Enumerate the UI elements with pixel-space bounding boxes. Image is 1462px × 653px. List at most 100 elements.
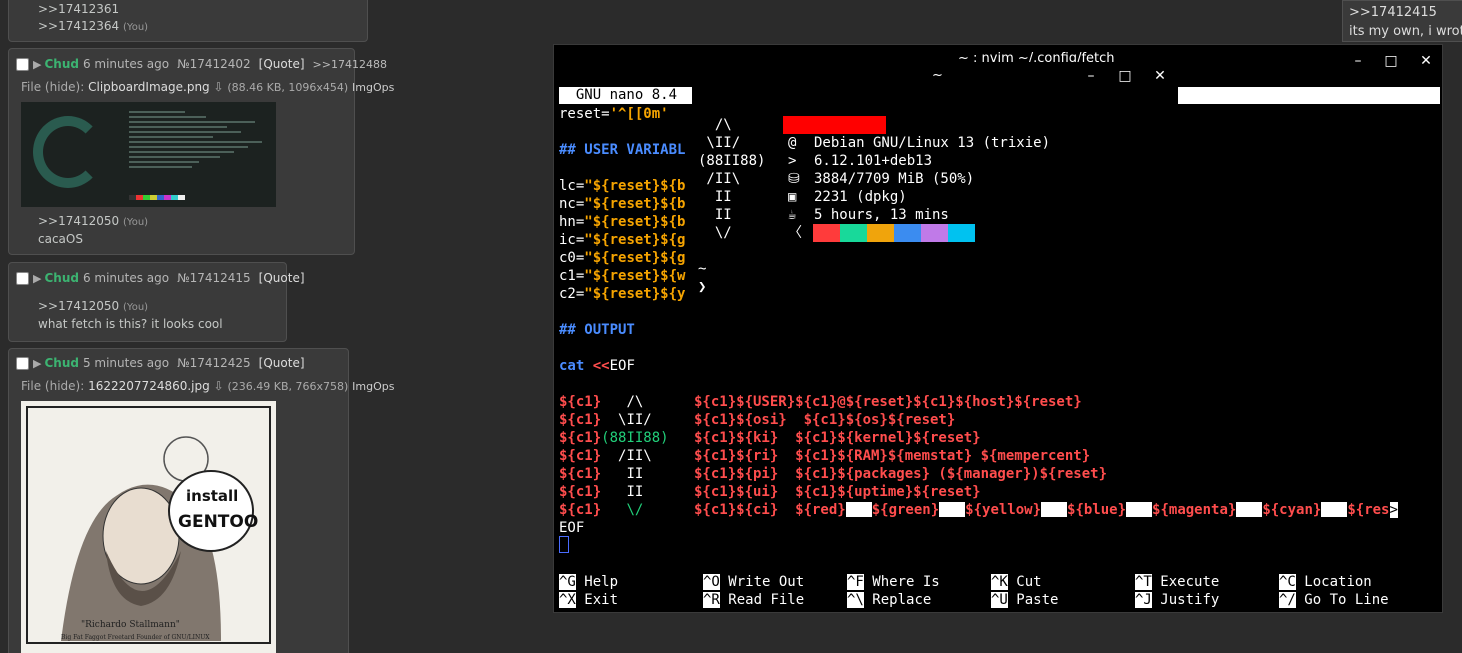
editor-line: ${c1} II ${c1}${pi} ${c1}${packages} (${m… [559,466,1108,482]
imgops-link[interactable]: ImgOps [352,81,394,94]
post-checkbox[interactable] [16,356,29,370]
editor-line: ${c1} \/${c1}${ci} ${red} ${green} ${yello… [559,502,1398,518]
editor-line: EOF [559,520,585,536]
post-time: 6 minutes ago [82,271,170,285]
shortcut-justify[interactable]: ^J Justify [1135,591,1219,609]
file-info: File (hide): 1622207724860.jpg ⇩ (236.49… [21,379,394,393]
file-label: File [21,379,42,393]
image-subcaption: Big Fat Faggot Freetard Founder of GNU/L… [61,634,210,641]
fetch-art-line: II [698,189,732,205]
shortcut-paste[interactable]: ^U Paste [991,591,1058,609]
palette-swatch [894,224,921,242]
terminal-window-fetch[interactable]: ~ – □ ✕ /\ \II/ (88II88) /II\ II II \/ @… [692,62,1178,302]
editor-line: ${c1} /II\ ${c1}${ri} ${c1}${RAM}${memsta… [559,448,1091,464]
post-header: ▶ Chud 6 minutes ago №17412415 [Quote] [16,268,313,288]
file-colon: : [80,80,85,94]
close-icon[interactable]: ✕ [1418,53,1434,69]
maximize-icon[interactable]: □ [1117,68,1133,84]
editor-line: ${c1} \II/${c1}${osi} ${c1}${os}${reset} [559,412,956,428]
fetch-packages: 2231 (dpkg) [814,189,907,205]
screenshot-palette [129,195,185,200]
shortcut-location[interactable]: ^C Location [1279,573,1372,591]
post-image-thumbnail[interactable] [21,102,276,207]
post-number[interactable]: №17412425 [177,356,251,370]
minimize-icon[interactable]: – [1083,68,1099,84]
palette-swatch [840,224,867,242]
window-title: ~ [932,68,943,83]
editor-line: ${c1} /\ ${c1}${USER}${c1}@${reset}${c1}$… [559,394,1082,410]
imgops-link[interactable]: ImgOps [352,380,394,393]
color-palette [813,224,975,242]
post-checkbox[interactable] [16,57,29,71]
post-checkbox[interactable] [16,271,29,285]
editor-line: lc="${reset}${b [559,178,686,194]
file-name-link[interactable]: 1622207724860.jpg [88,379,210,393]
quote-button[interactable]: [Quote] [259,356,305,370]
editor-line: nc="${reset}${b [559,196,686,212]
quote-button[interactable]: [Quote] [259,271,305,285]
minimize-icon[interactable]: – [1350,53,1366,69]
quote-link[interactable]: >>17412050 (You) [38,298,223,316]
backlink[interactable]: >>17412488 [313,58,387,71]
editor-line: reset='^[[0m' [559,106,669,122]
maximize-icon[interactable]: □ [1383,53,1399,69]
editor-line: c0="${reset}${g [559,250,686,266]
quote-button[interactable]: [Quote] [259,57,305,71]
shortcut-read-file[interactable]: ^R Read File [703,591,804,609]
quote-link[interactable]: >>17412361 [38,1,367,18]
os-logo-image [33,116,103,188]
package-icon: ▣ [788,189,797,205]
palette-swatch [921,224,948,242]
post-number[interactable]: №17412402 [177,57,251,71]
post-text: what fetch is this? it looks cool [38,317,223,331]
shortcut-write-out[interactable]: ^O Write Out [703,573,804,591]
shortcut-exit[interactable]: ^X Exit [559,591,618,609]
editor-line: c2="${reset}${y [559,286,686,302]
post-image-thumbnail[interactable]: install GENTOO "Richardo Stallmann" Big … [21,401,276,653]
quote-link[interactable]: >>17412415 [1349,3,1462,22]
post-number[interactable]: №17412415 [177,271,251,285]
post-menu-arrow-icon[interactable]: ▶ [33,272,41,285]
poster-name: Chud [44,356,79,370]
quote-link[interactable]: >>17412364 (You) [38,18,367,36]
post-prev: >>17412361 >>17412364 (You) [8,0,368,42]
shortcut-replace[interactable]: ^\ Replace [847,591,931,609]
shortcut-cut[interactable]: ^K Cut [991,573,1042,591]
post-time: 5 minutes ago [82,356,170,370]
fetch-os: Debian GNU/Linux 13 (trixie) [814,135,1051,151]
stallman-drawing: install GENTOO "Richardo Stallmann" Big … [26,406,271,644]
poster-name: Chud [44,57,79,71]
fetch-art-line: /\ [698,117,732,133]
close-icon[interactable]: ✕ [1152,68,1168,84]
file-name-link[interactable]: ClipboardImage.png [88,80,210,94]
hide-link[interactable]: (hide) [45,379,80,393]
hide-link[interactable]: (hide) [45,80,80,94]
post-fragment-right: >>17412415 its my own, i wrote [1342,0,1462,42]
editor-line: ${c1} II ${c1}${ui} ${c1}${uptime}${reset… [559,484,981,500]
fetch-art-line: \II/ [698,135,741,151]
prompt-symbol[interactable]: ❯ [698,278,706,296]
download-icon[interactable]: ⇩ [214,80,224,94]
shortcut-where-is[interactable]: ^F Where Is [847,573,940,591]
image-text-install: install [186,487,238,505]
post-header: ▶ Chud 6 minutes ago №17412402 [Quote] >… [16,54,387,74]
post-17412415: ▶ Chud 6 minutes ago №17412415 [Quote] >… [8,262,305,342]
editor-line: ${c1}(88II88) ${c1}${ki} ${c1}${kernel}${… [559,430,981,446]
coffee-icon: ☕ [788,207,797,223]
poster-name: Chud [44,271,79,285]
quote-link[interactable]: >>17412050 (You) [38,213,148,231]
shortcut-help[interactable]: ^G Help [559,573,618,591]
shortcut-execute[interactable]: ^T Execute [1135,573,1219,591]
fetch-art-line: II [698,207,732,223]
terminal-titlebar[interactable]: ~ – □ ✕ [692,62,1178,92]
shortcut-go-to-line[interactable]: ^/ Go To Line [1279,591,1389,609]
post-17412425: ▶ Chud 5 minutes ago №17412425 [Quote] F… [8,348,394,653]
post-menu-arrow-icon[interactable]: ▶ [33,58,41,71]
palette-swatch [948,224,975,242]
file-label: File [21,80,42,94]
fetch-uptime: 5 hours, 13 mins [814,207,949,223]
post-menu-arrow-icon[interactable]: ▶ [33,357,41,370]
download-icon[interactable]: ⇩ [214,379,224,393]
post-time: 6 minutes ago [82,57,170,71]
text-cursor [559,536,569,553]
